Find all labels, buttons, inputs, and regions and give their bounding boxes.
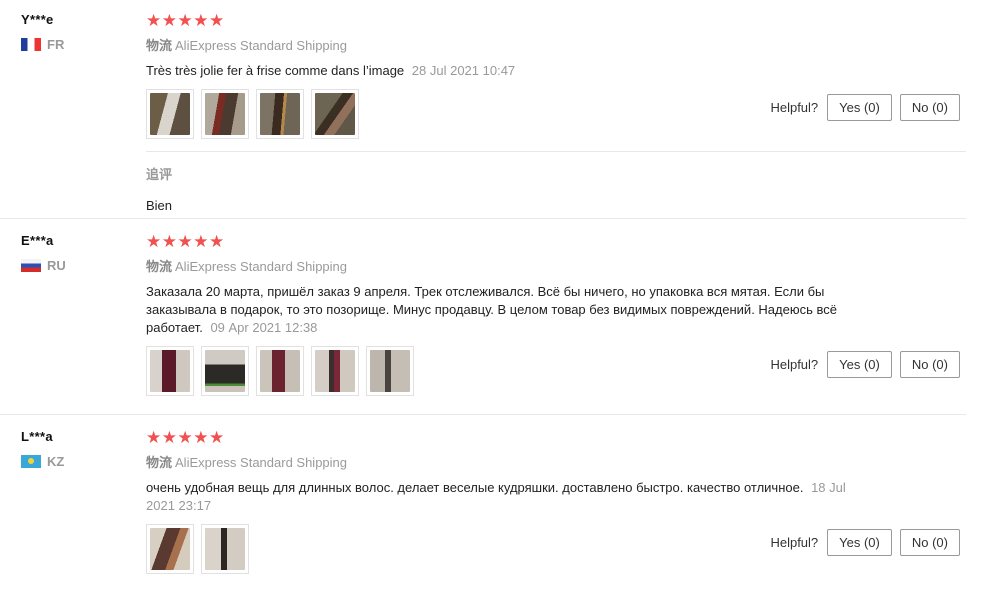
review-photos — [146, 524, 861, 574]
review-body: ★★★★★ 物流 AliExpress Standard Shipping Trè… — [146, 12, 861, 139]
review-body: ★★★★★ 物流 AliExpress Standard Shipping Зак… — [146, 233, 861, 396]
reviewer-name: E***a — [21, 233, 54, 248]
helpful-yes-button[interactable]: Yes (0) — [827, 94, 892, 121]
shipping-info: 物流 AliExpress Standard Shipping — [146, 35, 861, 54]
review-photo-thumbnail[interactable] — [311, 346, 359, 396]
reviewer-info: L***a KZ — [21, 429, 64, 469]
reviewer-info: Y***e FR — [21, 12, 64, 52]
review-photo-thumbnail[interactable] — [201, 346, 249, 396]
shipping-info: 物流 AliExpress Standard Shipping — [146, 256, 861, 275]
review-photos — [146, 89, 861, 139]
review-date: 09 Apr 2021 12:38 — [210, 320, 318, 335]
reviewer-info: E***a RU — [21, 233, 66, 273]
review-photo-thumbnail[interactable] — [201, 89, 249, 139]
followup-divider — [146, 151, 966, 152]
country-code: RU — [47, 258, 66, 273]
russia-flag-icon — [21, 259, 41, 272]
shipping-label: 物流 — [146, 455, 173, 470]
shipping-label: 物流 — [146, 259, 173, 274]
review-photo-thumbnail[interactable] — [146, 346, 194, 396]
review-text-line: очень удобная вещь для длинных волос. де… — [146, 479, 861, 515]
review-text: очень удобная вещь для длинных волос. де… — [146, 480, 804, 495]
followup-text: Bien — [146, 198, 173, 213]
helpful-no-button[interactable]: No (0) — [899, 351, 960, 378]
review-photo-thumbnail[interactable] — [311, 89, 359, 139]
review-body: ★★★★★ 物流 AliExpress Standard Shipping оче… — [146, 429, 861, 574]
reviewer-country: RU — [21, 258, 66, 273]
shipping-method: AliExpress Standard Shipping — [175, 259, 348, 274]
followup-review: 追评 Bien — [146, 164, 861, 215]
reviewer-name: L***a — [21, 429, 53, 444]
review-text: Très très jolie fer à frise comme dans l… — [146, 63, 405, 78]
country-code: FR — [47, 37, 65, 52]
helpful-label: Helpful? — [770, 535, 819, 550]
helpful-label: Helpful? — [770, 100, 819, 115]
shipping-method: AliExpress Standard Shipping — [175, 455, 348, 470]
review-item: Y***e FR ★★★★★ 物流 AliExpress Standard Shi… — [0, 0, 966, 218]
review-photo-thumbnail[interactable] — [256, 89, 304, 139]
review-date: 28 Jul 2021 10:47 — [411, 63, 516, 78]
helpful-vote: Helpful? Yes (0) No (0) — [770, 351, 960, 378]
helpful-vote: Helpful? Yes (0) No (0) — [770, 529, 960, 556]
star-rating: ★★★★★ — [146, 428, 225, 447]
helpful-no-button[interactable]: No (0) — [899, 94, 960, 121]
kazakhstan-flag-icon — [21, 455, 41, 468]
review-text-line: Заказала 20 марта, пришёл заказ 9 апреля… — [146, 283, 861, 337]
france-flag-icon — [21, 38, 41, 51]
review-photo-thumbnail[interactable] — [146, 89, 194, 139]
shipping-method: AliExpress Standard Shipping — [175, 38, 348, 53]
star-rating: ★★★★★ — [146, 11, 225, 30]
review-item: L***a KZ ★★★★★ 物流 AliExpress Standard Shi… — [0, 415, 966, 590]
helpful-vote: Helpful? Yes (0) No (0) — [770, 94, 960, 121]
country-code: KZ — [47, 454, 65, 469]
star-rating: ★★★★★ — [146, 232, 225, 251]
review-item: E***a RU ★★★★★ 物流 AliExpress Standard Shi… — [0, 219, 966, 414]
review-text-line: Très très jolie fer à frise comme dans l… — [146, 62, 861, 80]
review-photo-thumbnail[interactable] — [146, 524, 194, 574]
review-photo-thumbnail[interactable] — [366, 346, 414, 396]
reviewer-country: FR — [21, 37, 64, 52]
review-photo-thumbnail[interactable] — [256, 346, 304, 396]
helpful-yes-button[interactable]: Yes (0) — [827, 529, 892, 556]
helpful-label: Helpful? — [770, 357, 819, 372]
review-photos — [146, 346, 861, 396]
shipping-label: 物流 — [146, 38, 173, 53]
reviewer-name: Y***e — [21, 12, 54, 27]
helpful-yes-button[interactable]: Yes (0) — [827, 351, 892, 378]
review-photo-thumbnail[interactable] — [201, 524, 249, 574]
shipping-info: 物流 AliExpress Standard Shipping — [146, 452, 861, 471]
reviewer-country: KZ — [21, 454, 64, 469]
helpful-no-button[interactable]: No (0) — [899, 529, 960, 556]
followup-title: 追评 — [146, 167, 173, 182]
